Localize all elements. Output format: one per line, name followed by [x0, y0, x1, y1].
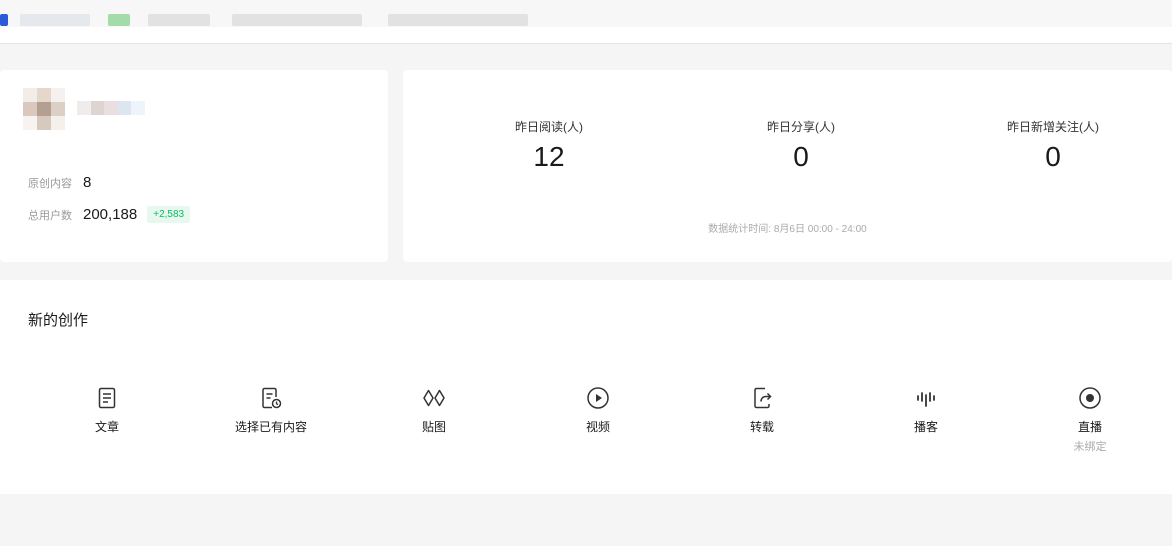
account-profile-card: 原创内容 8 总用户数 200,188 +2,583	[0, 70, 388, 262]
stat-shares-label: 昨日分享(人)	[767, 120, 835, 134]
select-existing-icon	[262, 387, 282, 409]
podcast-icon	[917, 392, 935, 407]
select-existing-button[interactable]: 选择已有内容	[201, 386, 341, 435]
total-users-label: 总用户数	[28, 209, 72, 222]
create-live-button[interactable]: 直播 未绑定	[1020, 386, 1160, 454]
create-image-post-button[interactable]: 贴图	[364, 386, 504, 435]
nav-item-blurred[interactable]	[20, 14, 90, 26]
stat-reads: 昨日阅读(人) 12	[449, 118, 649, 173]
stats-time-note: 数据统计时间: 8月6日 00:00 - 24:00	[708, 224, 867, 235]
live-icon	[1079, 387, 1101, 409]
new-creation-panel: 新的创作 文章 选择已有内容 贴图 视频 转载 播客 直播 未绑定	[0, 280, 1172, 494]
create-article-button[interactable]: 文章	[37, 386, 177, 435]
total-users-count: 200,188	[83, 206, 138, 223]
repost-label: 转载	[749, 420, 774, 434]
stat-reads-label: 昨日阅读(人)	[515, 120, 583, 134]
nav-item-blurred[interactable]	[388, 14, 528, 26]
stat-reads-value: 12	[533, 141, 565, 172]
stat-new-followers: 昨日新增关注(人) 0	[953, 118, 1153, 173]
header-divider	[0, 27, 1172, 44]
create-video-button[interactable]: 视频	[528, 386, 668, 435]
image-post-icon	[423, 389, 445, 407]
stat-new-followers-label: 昨日新增关注(人)	[1007, 120, 1099, 134]
total-users-row: 总用户数 200,188 +2,583	[28, 206, 191, 223]
stat-new-followers-value: 0	[1045, 141, 1061, 172]
yesterday-stats-card: 昨日阅读(人) 12 昨日分享(人) 0 昨日新增关注(人) 0 数据统计时间:…	[403, 70, 1172, 262]
create-article-label: 文章	[94, 420, 119, 434]
original-content-label: 原创内容	[28, 177, 72, 190]
nav-item-blurred[interactable]	[232, 14, 362, 26]
nav-item-blurred[interactable]	[148, 14, 210, 26]
new-creation-title: 新的创作	[28, 312, 89, 329]
live-unbound-status: 未绑定	[1073, 441, 1107, 453]
original-content-row: 原创内容 8	[28, 174, 91, 191]
create-live-label: 直播	[1077, 420, 1102, 434]
repost-button[interactable]: 转载	[692, 386, 832, 435]
stat-shares-value: 0	[793, 141, 809, 172]
article-icon	[98, 387, 116, 409]
nav-item-blurred[interactable]	[0, 14, 8, 26]
top-navigation-bar	[0, 0, 1172, 27]
users-growth-badge: +2,583	[147, 206, 191, 223]
nav-item-blurred[interactable]	[108, 14, 130, 26]
video-icon	[587, 387, 609, 409]
repost-icon	[754, 387, 772, 409]
stat-shares: 昨日分享(人) 0	[701, 118, 901, 173]
select-existing-label: 选择已有内容	[234, 420, 307, 434]
create-image-post-label: 贴图	[421, 420, 446, 434]
create-podcast-label: 播客	[913, 420, 938, 434]
create-podcast-button[interactable]: 播客	[856, 386, 996, 435]
avatar[interactable]	[23, 88, 65, 130]
create-video-label: 视频	[585, 420, 610, 434]
account-name-blurred	[77, 101, 145, 115]
original-content-count: 8	[83, 174, 92, 191]
